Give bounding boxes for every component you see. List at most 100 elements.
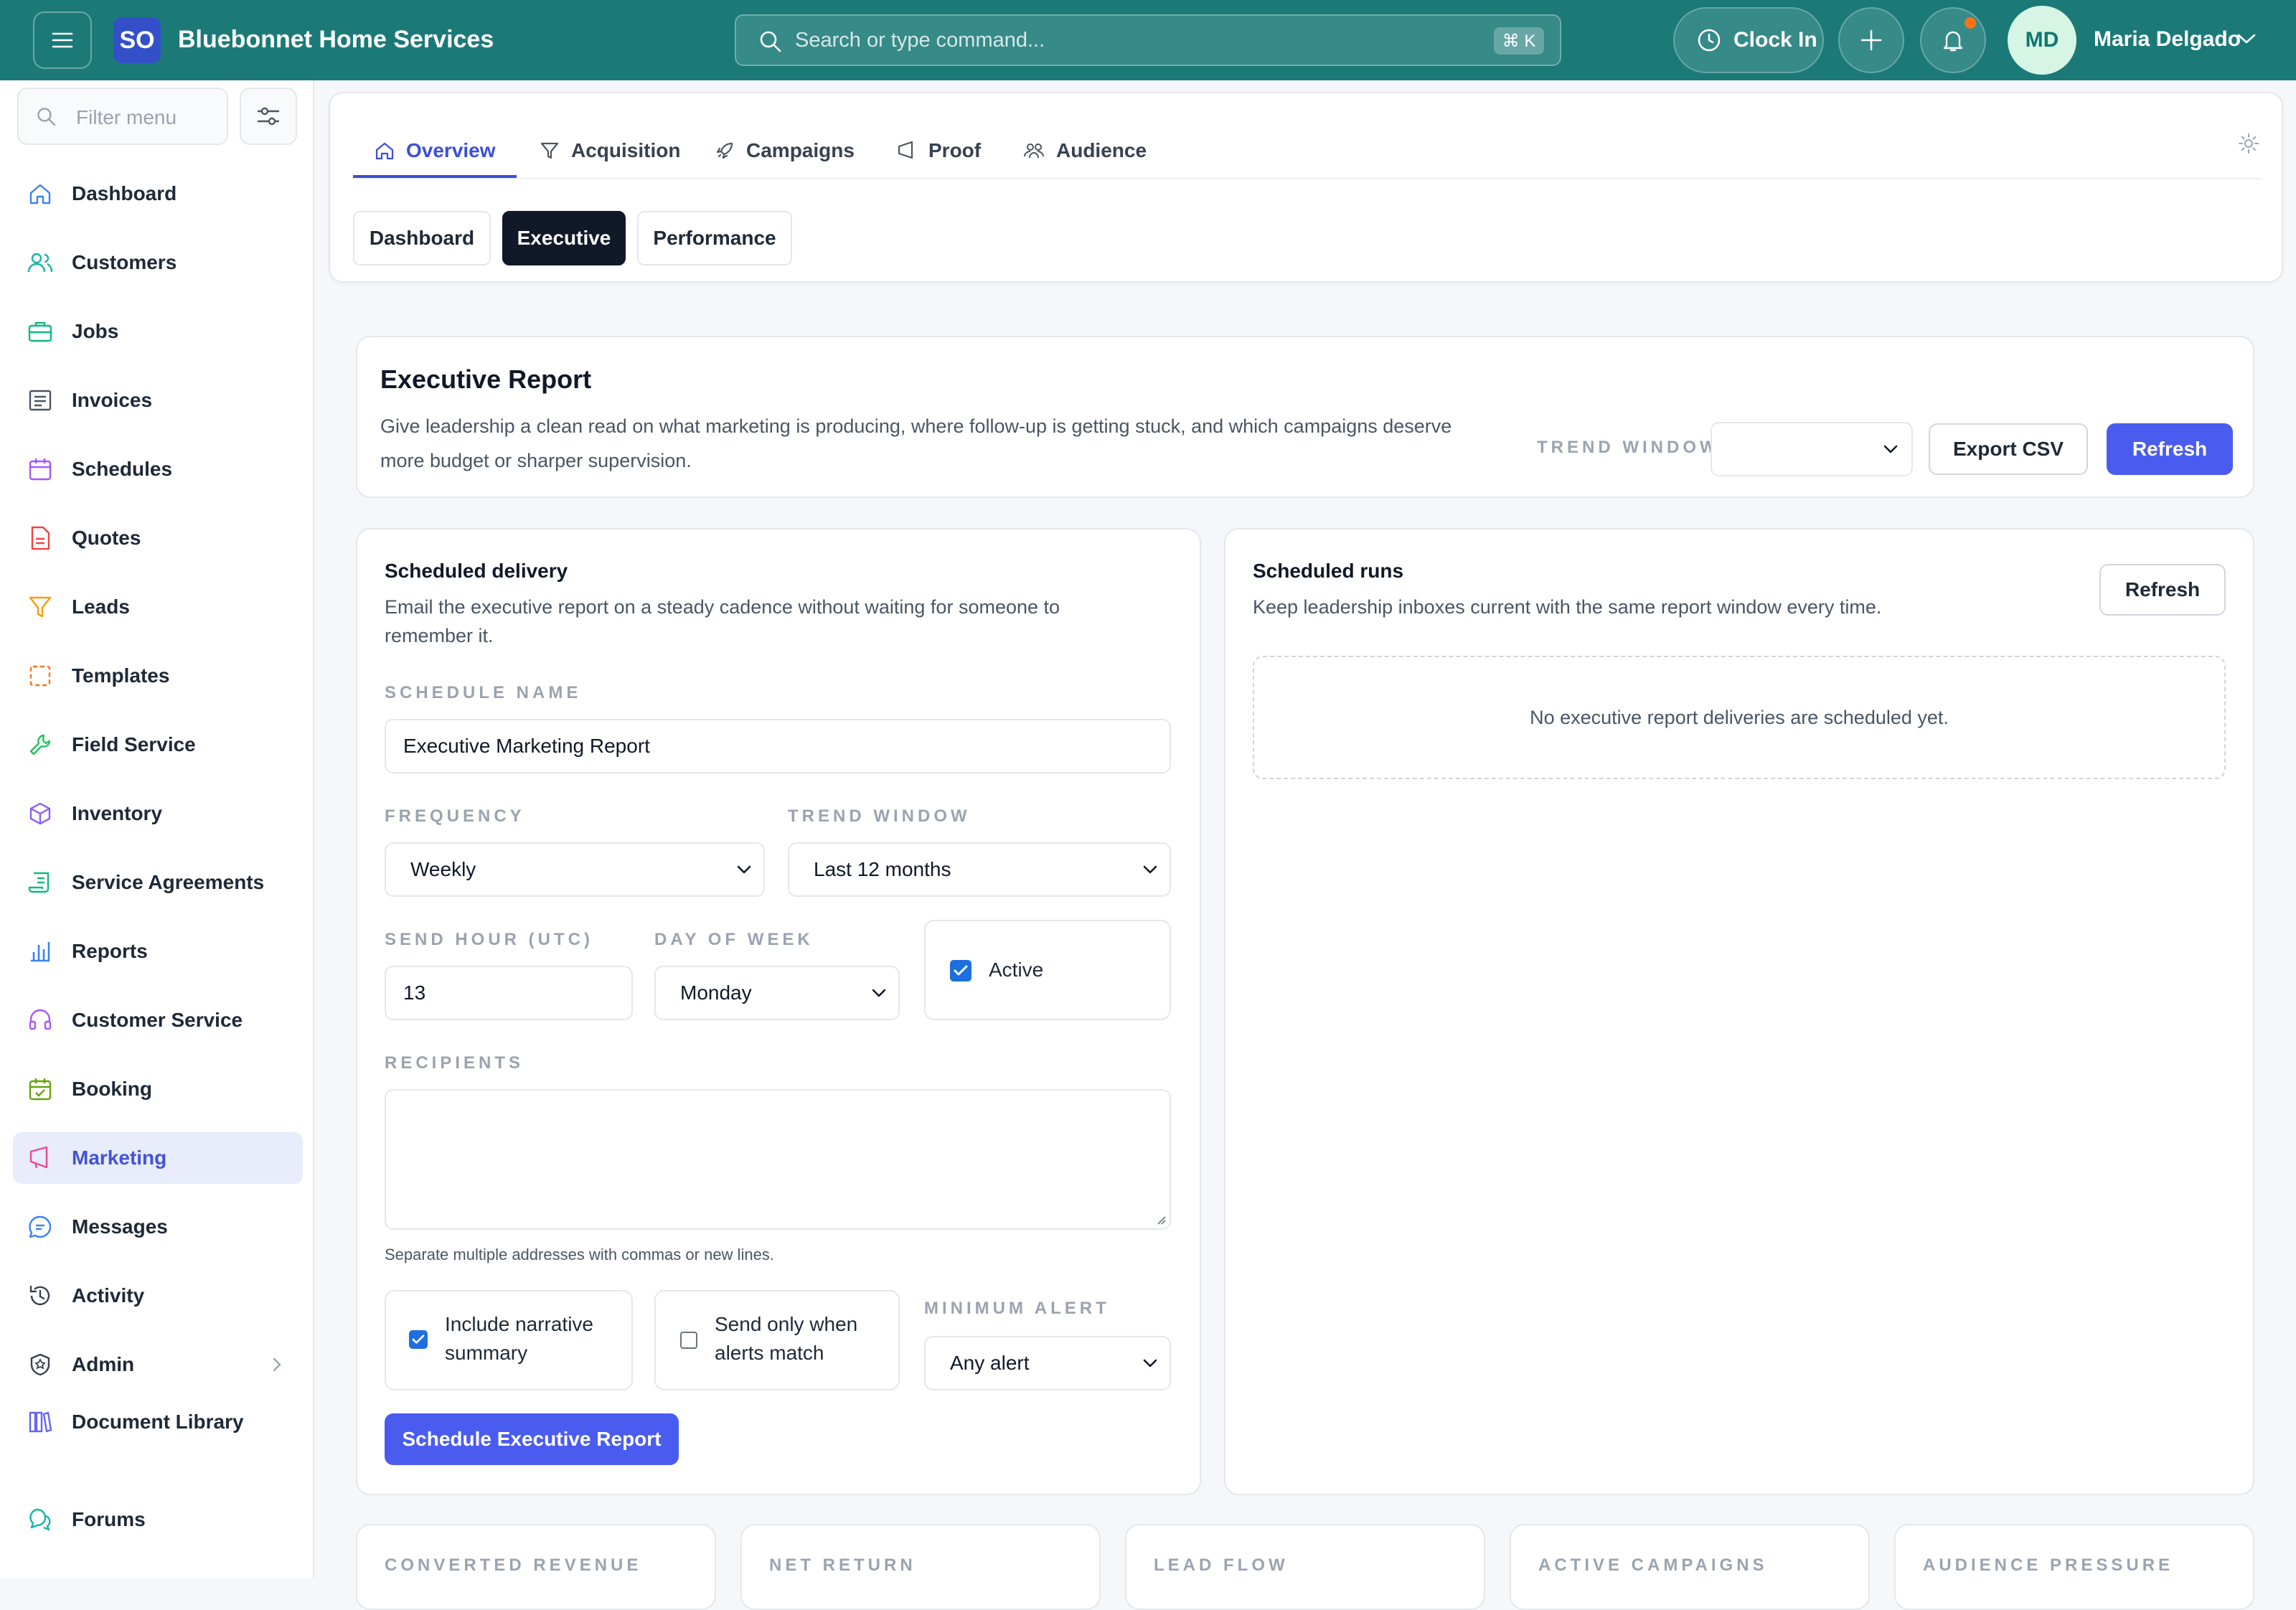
minimum-alert-select[interactable]: Any alert bbox=[924, 1336, 1171, 1390]
marketing-tabs-card: Overview Acquisition Campaigns Proof Aud… bbox=[329, 92, 2283, 283]
sidebar-item-label: Service Agreements bbox=[72, 871, 265, 893]
sidebar-item-reports[interactable]: Reports bbox=[13, 926, 303, 977]
sidebar-item-invoices[interactable]: Invoices bbox=[13, 375, 303, 426]
resize-grip-icon[interactable] bbox=[1155, 1214, 1167, 1225]
schedule-name-label: SCHEDULE NAME bbox=[385, 683, 582, 702]
recipients-label: RECIPIENTS bbox=[385, 1053, 524, 1073]
quick-add-button[interactable] bbox=[1838, 7, 1904, 73]
search-shortcut-badge: ⌘ K bbox=[1494, 27, 1544, 55]
chevron-down-icon[interactable] bbox=[2236, 30, 2257, 47]
schedule-name-input[interactable]: Executive Marketing Report bbox=[385, 719, 1171, 773]
subtab-dashboard[interactable]: Dashboard bbox=[353, 211, 491, 265]
tab-overview[interactable]: Overview bbox=[375, 125, 496, 176]
empty-state: No executive report deliveries are sched… bbox=[1253, 656, 2226, 779]
subtab-performance[interactable]: Performance bbox=[637, 211, 792, 265]
home-icon bbox=[375, 142, 394, 160]
brand-name[interactable]: Bluebonnet Home Services bbox=[178, 26, 494, 54]
sidebar-item-activity[interactable]: Activity bbox=[13, 1270, 303, 1322]
narrative-label: Include narrative summary bbox=[445, 1313, 594, 1364]
chevron-down-icon bbox=[1143, 1359, 1157, 1367]
tab-proof[interactable]: Proof bbox=[897, 125, 981, 176]
history-icon bbox=[26, 1281, 55, 1310]
sidebar-item-field-service[interactable]: Field Service bbox=[13, 719, 303, 771]
chevron-right-icon bbox=[273, 1357, 281, 1372]
alerts-only-option[interactable]: Send only when alerts match bbox=[654, 1290, 900, 1390]
sidebar-item-quotes[interactable]: Quotes bbox=[13, 512, 303, 564]
alerts-only-checkbox[interactable] bbox=[680, 1332, 697, 1349]
sidebar-item-forums[interactable]: Forums bbox=[13, 1494, 303, 1545]
filter-options-button[interactable] bbox=[240, 88, 297, 145]
trend-window-value: Last 12 months bbox=[814, 858, 951, 880]
search-placeholder: Search or type command... bbox=[795, 29, 1045, 52]
sidebar-item-jobs[interactable]: Jobs bbox=[13, 306, 303, 357]
sliders-icon bbox=[257, 107, 280, 126]
sidebar-item-customers[interactable]: Customers bbox=[13, 237, 303, 288]
box-icon bbox=[26, 799, 55, 828]
forum-icon bbox=[26, 1505, 55, 1534]
recipients-textarea[interactable] bbox=[385, 1089, 1171, 1230]
trend-window-select[interactable] bbox=[1711, 422, 1913, 476]
gear-icon[interactable] bbox=[2237, 132, 2260, 155]
schedule-report-button[interactable]: Schedule Executive Report bbox=[385, 1413, 679, 1465]
sidebar-item-dashboard[interactable]: Dashboard bbox=[13, 168, 303, 220]
wrench-icon bbox=[26, 730, 55, 759]
send-hour-input[interactable]: 13 bbox=[385, 966, 633, 1020]
tab-acquisition[interactable]: Acquisition bbox=[540, 125, 680, 176]
filter-placeholder: Filter menu bbox=[76, 106, 177, 128]
refresh-runs-button[interactable]: Refresh bbox=[2099, 564, 2226, 616]
active-toggle-box[interactable]: Active bbox=[924, 920, 1171, 1020]
app-logo[interactable]: SO bbox=[113, 17, 161, 63]
sidebar-item-admin[interactable]: Admin bbox=[13, 1339, 303, 1390]
sidebar-item-service-agreements[interactable]: Service Agreements bbox=[13, 857, 303, 908]
hamburger-menu-button[interactable] bbox=[33, 11, 92, 69]
funnel-icon bbox=[26, 593, 55, 621]
sidebar-item-label: Admin bbox=[72, 1353, 135, 1375]
sidebar-item-customer-service[interactable]: Customer Service bbox=[13, 994, 303, 1046]
headset-icon bbox=[26, 1006, 55, 1035]
notifications-button[interactable] bbox=[1920, 7, 1986, 73]
briefcase-icon bbox=[26, 317, 55, 346]
subtab-executive[interactable]: Executive bbox=[502, 211, 626, 265]
narrative-summary-option[interactable]: Include narrative summary bbox=[385, 1290, 633, 1390]
frequency-select[interactable]: Weekly bbox=[385, 842, 765, 897]
chat-icon bbox=[26, 1213, 55, 1241]
command-search[interactable]: Search or type command... ⌘ K bbox=[735, 14, 1561, 66]
tab-audience[interactable]: Audience bbox=[1023, 125, 1147, 176]
narrative-checkbox[interactable] bbox=[409, 1330, 428, 1349]
export-csv-button[interactable]: Export CSV bbox=[1929, 423, 2088, 475]
calendar-icon bbox=[26, 455, 55, 484]
active-checkbox[interactable] bbox=[950, 960, 971, 981]
sidebar-item-marketing[interactable]: Marketing bbox=[13, 1132, 303, 1184]
sidebar-item-label: Quotes bbox=[72, 527, 141, 549]
tab-campaigns[interactable]: Campaigns bbox=[715, 125, 855, 176]
filter-menu-input[interactable]: Filter menu bbox=[17, 88, 228, 145]
sidebar-item-messages[interactable]: Messages bbox=[13, 1201, 303, 1253]
sidebar-item-inventory[interactable]: Inventory bbox=[13, 788, 303, 839]
kpi-audience-pressure: AUDIENCE PRESSURE bbox=[1894, 1524, 2254, 1610]
template-icon bbox=[26, 662, 55, 690]
trend-window-select[interactable]: Last 12 months bbox=[788, 842, 1171, 897]
sidebar-item-templates[interactable]: Templates bbox=[13, 650, 303, 702]
refresh-button[interactable]: Refresh bbox=[2107, 423, 2233, 475]
calendar-check-icon bbox=[26, 1075, 55, 1103]
sidebar-item-label: Marketing bbox=[72, 1147, 167, 1169]
user-name[interactable]: Maria Delgado bbox=[2094, 27, 2241, 52]
sidebar-item-label: Inventory bbox=[72, 802, 163, 824]
kpi-label: ACTIVE CAMPAIGNS bbox=[1538, 1555, 1768, 1575]
kpi-active-campaigns: ACTIVE CAMPAIGNS bbox=[1510, 1524, 1870, 1610]
day-of-week-select[interactable]: Monday bbox=[654, 966, 900, 1020]
chevron-down-icon bbox=[872, 989, 886, 997]
sidebar-item-booking[interactable]: Booking bbox=[13, 1063, 303, 1115]
sidebar-item-document-library[interactable]: Document Library bbox=[13, 1396, 303, 1448]
card-title: Scheduled runs bbox=[1253, 560, 1404, 582]
minimum-alert-value: Any alert bbox=[950, 1352, 1030, 1374]
clock-in-button[interactable]: Clock In bbox=[1673, 7, 1824, 73]
sidebar-item-label: Customer Service bbox=[72, 1009, 243, 1031]
sidebar-item-label: Customers bbox=[72, 251, 177, 273]
sidebar: Filter menu Dashboard Customers Jobs Inv… bbox=[0, 80, 314, 1578]
user-avatar[interactable]: MD bbox=[2008, 6, 2076, 75]
sidebar-item-leads[interactable]: Leads bbox=[13, 581, 303, 633]
sidebar-item-schedules[interactable]: Schedules bbox=[13, 443, 303, 495]
day-of-week-value: Monday bbox=[680, 981, 752, 1004]
tab-label: Audience bbox=[1056, 139, 1147, 161]
